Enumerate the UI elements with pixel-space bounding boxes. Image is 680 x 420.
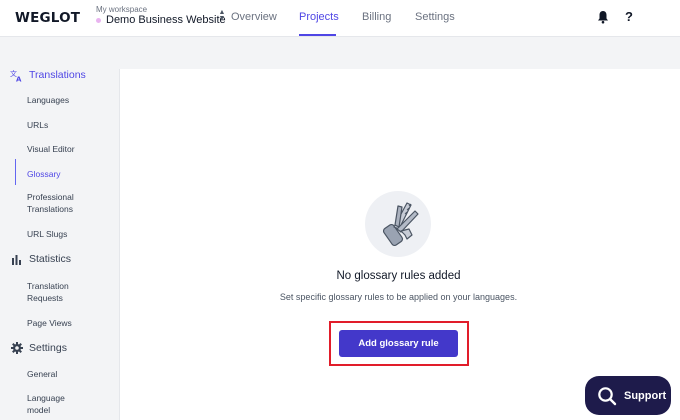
support-button[interactable]: Support <box>585 376 671 415</box>
svg-text:A: A <box>16 75 22 82</box>
sidebar-section-label: Translations <box>29 69 86 81</box>
workspace-name[interactable]: Demo Business Website <box>106 14 226 26</box>
sidebar-item-professional-translations[interactable]: Professional Translations <box>27 191 87 215</box>
empty-state-title: No glossary rules added <box>336 270 461 282</box>
sidebar-item-visual-editor[interactable]: Visual Editor <box>27 143 107 155</box>
bar-chart-icon <box>10 253 23 266</box>
translate-icon: 文 A <box>10 69 23 82</box>
sidebar-item-page-views[interactable]: Page Views <box>27 317 107 329</box>
nav-overview[interactable]: Overview <box>231 11 277 23</box>
sidebar-active-indicator <box>15 159 16 185</box>
nav-settings[interactable]: Settings <box>415 11 455 23</box>
weglot-logo[interactable]: WEGLOT <box>15 10 80 26</box>
sidebar-section-settings[interactable]: Settings <box>10 340 67 356</box>
sidebar: 文 A Translations Languages URLs Visual E… <box>0 38 119 420</box>
sidebar-section-translations[interactable]: 文 A Translations <box>10 67 86 83</box>
top-bar: WEGLOT My workspace Demo Business Websit… <box>0 0 680 37</box>
sidebar-item-languages[interactable]: Languages <box>27 94 107 106</box>
bell-icon[interactable] <box>597 10 609 24</box>
nav-active-indicator <box>299 34 336 36</box>
sidebar-section-label: Statistics <box>29 253 72 265</box>
help-icon[interactable]: ? <box>625 9 633 24</box>
workspace-color-dot <box>96 18 101 23</box>
multitool-icon <box>365 191 431 257</box>
empty-state-description: Set specific glossary rules to be applie… <box>279 292 518 302</box>
sidebar-section-statistics[interactable]: Statistics <box>10 251 71 267</box>
sidebar-item-url-slugs[interactable]: URL Slugs <box>27 228 107 240</box>
sidebar-item-general[interactable]: General <box>27 368 107 380</box>
search-icon <box>598 386 617 405</box>
sidebar-section-label: Settings <box>29 342 67 354</box>
sidebar-item-urls[interactable]: URLs <box>27 119 107 131</box>
sidebar-item-language-model[interactable]: Language model <box>27 392 77 416</box>
sidebar-item-glossary[interactable]: Glossary <box>27 168 107 180</box>
workspace-label: My workspace <box>96 5 148 14</box>
add-glossary-rule-button[interactable]: Add glossary rule <box>339 330 458 357</box>
chevron-updown-icon[interactable]: ▲ ▼ <box>218 9 226 24</box>
nav-projects[interactable]: Projects <box>299 11 339 23</box>
support-label: Support <box>624 389 667 402</box>
gear-icon <box>10 342 23 355</box>
nav-billing[interactable]: Billing <box>362 11 391 23</box>
